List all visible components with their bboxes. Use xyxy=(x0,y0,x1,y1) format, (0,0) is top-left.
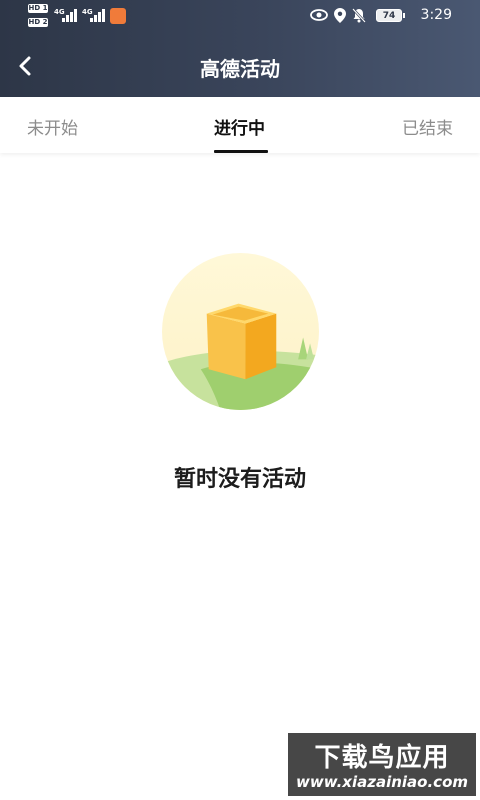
location-icon xyxy=(334,8,346,23)
page-title: 高德活动 xyxy=(200,57,280,81)
sim1-hd-badge: HD 1 xyxy=(28,4,48,13)
battery-icon: 74 xyxy=(376,9,405,22)
sim2-network-label: 4G xyxy=(82,8,93,16)
status-bar: HD 1 HD 2 4G 4G 74 3:29 xyxy=(0,0,480,34)
tab-ended[interactable]: 已结束 xyxy=(402,114,453,139)
title-bar: 高德活动 xyxy=(0,40,480,94)
status-time: 3:29 xyxy=(420,7,452,23)
notification-app-icon xyxy=(110,8,126,24)
tab-in-progress[interactable]: 进行中 xyxy=(214,114,265,139)
empty-state-message: 暂时没有活动 xyxy=(173,467,306,492)
watermark-url: www.xiazainiao.com xyxy=(295,773,469,791)
tab-not-started[interactable]: 未开始 xyxy=(27,114,78,139)
sim2-hd-badge: HD 2 xyxy=(28,18,48,27)
active-tab-indicator xyxy=(214,150,268,153)
eye-icon xyxy=(310,9,328,21)
sim1-signal-icon: 4G xyxy=(54,8,78,22)
empty-box-illustration xyxy=(161,252,320,411)
watermark: 下载鸟应用 www.xiazainiao.com xyxy=(288,733,476,796)
mute-bell-icon xyxy=(352,8,366,23)
app-header: HD 1 HD 2 4G 4G 74 3:29 高德活动 xyxy=(0,0,480,97)
watermark-brand: 下载鸟应用 xyxy=(314,743,450,773)
sim2-signal-icon: 4G xyxy=(82,8,106,22)
tab-bar: 未开始 进行中 已结束 xyxy=(0,97,480,153)
sim1-network-label: 4G xyxy=(54,8,65,16)
